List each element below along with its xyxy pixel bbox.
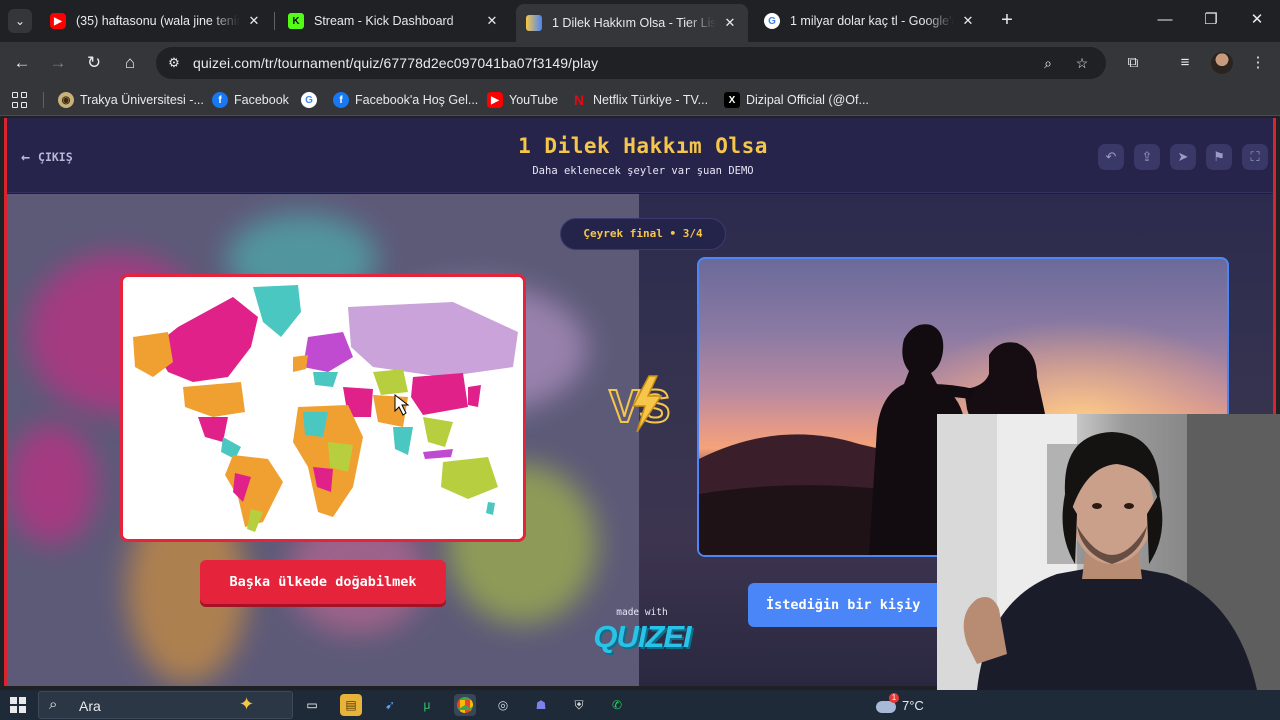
utorrent-icon[interactable]: μ xyxy=(416,694,438,716)
back-arrow-icon[interactable]: ← xyxy=(10,51,34,75)
google-icon: G xyxy=(301,92,317,108)
menu-kebab-icon[interactable]: ⋮ xyxy=(1246,51,1270,75)
round-indicator: Çeyrek final • 3/4 xyxy=(560,218,726,250)
university-icon: ◉ xyxy=(58,92,74,108)
home-icon[interactable]: ⌂ xyxy=(118,51,142,75)
reload-icon[interactable]: ↻ xyxy=(82,51,106,75)
youtube-icon: ▶ xyxy=(50,13,66,29)
close-tab-icon[interactable]: ✕ xyxy=(484,13,500,29)
copilot-sparkle-icon[interactable]: ✦ xyxy=(239,694,254,715)
left-choice-card[interactable] xyxy=(120,274,526,542)
flag-icon[interactable]: ⚑ xyxy=(1206,144,1232,170)
profile-avatar[interactable] xyxy=(1211,52,1233,74)
world-map-image xyxy=(123,277,523,539)
bookmark-label: YouTube xyxy=(509,93,559,107)
vs-lightning-icon: VS xyxy=(608,375,671,433)
quiz-header: ← ÇIKIŞ 1 Dilek Hakkım Olsa Daha eklenec… xyxy=(7,118,1273,193)
streamer-webcam-feed xyxy=(937,414,1280,690)
made-with-text: made with xyxy=(616,607,668,618)
security-shield-icon[interactable]: ⛨ xyxy=(568,694,590,716)
taskbar-search[interactable]: ⌕ Ara ✦ xyxy=(38,691,293,719)
url-text[interactable]: quizei.com/tr/tournament/quiz/67778d2ec0… xyxy=(193,55,598,71)
search-icon: ⌕ xyxy=(49,696,58,713)
bookmarks-divider xyxy=(43,92,44,108)
fullscreen-icon[interactable]: ⛶ xyxy=(1242,144,1268,170)
new-tab-button[interactable]: + xyxy=(996,9,1018,31)
site-info-icon[interactable]: ⚙ xyxy=(164,53,184,73)
tab-title: (35) haftasonu (wala jine tenim) xyxy=(76,14,240,28)
bookmark-youtube[interactable]: ▶ YouTube xyxy=(487,91,558,109)
close-tab-icon[interactable]: ✕ xyxy=(960,13,976,29)
tab-youtube[interactable]: ▶ (35) haftasonu (wala jine tenim) ✕ xyxy=(40,6,272,36)
whatsapp-icon[interactable]: ✆ xyxy=(606,694,628,716)
tab-google[interactable]: G 1 milyar dolar kaç tl - Google'da ✕ xyxy=(754,6,986,36)
kick-icon: K xyxy=(288,13,304,29)
bookmark-google[interactable]: G xyxy=(301,91,323,109)
bookmark-label: Netflix Türkiye - TV... xyxy=(593,93,709,107)
webcam-overlay xyxy=(937,414,1280,690)
minimize-button[interactable]: — xyxy=(1150,8,1180,32)
bookmark-label: Facebook xyxy=(234,93,289,107)
browser-toolbar: ← → ↻ ⌂ ⚙ quizei.com/tr/tournament/quiz/… xyxy=(0,42,1280,84)
weather-widget[interactable]: 1 7°C xyxy=(876,693,936,715)
bookmark-trakya[interactable]: ◉ Trakya Üniversitesi -... xyxy=(58,91,204,109)
file-explorer-icon[interactable]: ▤ xyxy=(340,694,362,716)
teams-icon[interactable]: ☗ xyxy=(530,694,552,716)
screen: ⌄ ▶ (35) haftasonu (wala jine tenim) ✕ K… xyxy=(0,0,1280,720)
steam-icon[interactable]: ◎ xyxy=(492,694,514,716)
temperature-text: 7°C xyxy=(902,697,924,713)
facebook-icon: f xyxy=(333,92,349,108)
quiz-subtitle: Daha eklenecek şeyler var şuan DEMO xyxy=(532,165,754,177)
bookmark-star-icon[interactable]: ☆ xyxy=(1072,53,1092,73)
store-icon[interactable]: ➹ xyxy=(379,694,401,716)
tab-title: Stream - Kick Dashboard xyxy=(314,14,454,28)
x-icon: X xyxy=(724,92,740,108)
facebook-icon: f xyxy=(212,92,228,108)
undo-icon[interactable]: ↶ xyxy=(1098,144,1124,170)
bookmark-facebook[interactable]: f Facebook xyxy=(212,91,289,109)
tab-search-button[interactable]: ⌄ xyxy=(8,9,32,33)
close-tab-icon[interactable]: ✕ xyxy=(722,15,738,31)
left-choice-label[interactable]: Başka ülkede doğabilmek xyxy=(200,560,446,604)
quizei-logo[interactable]: QUIZEI xyxy=(567,619,717,655)
tab-title: 1 milyar dolar kaç tl - Google'da xyxy=(790,14,954,28)
zoom-icon[interactable]: ⌕ xyxy=(1038,53,1058,73)
browser-tab-bar: ⌄ ▶ (35) haftasonu (wala jine tenim) ✕ K… xyxy=(0,0,1280,42)
send-icon[interactable]: ➤ xyxy=(1170,144,1196,170)
tab-title: 1 Dilek Hakkım Olsa - Tier List, xyxy=(552,16,716,30)
task-view-icon[interactable]: ▭ xyxy=(301,694,323,716)
tab-kick[interactable]: K Stream - Kick Dashboard ✕ xyxy=(278,6,510,36)
extensions-icon[interactable]: ⧉ xyxy=(1121,51,1145,75)
google-icon: G xyxy=(764,13,780,29)
share-icon[interactable]: ⇪ xyxy=(1134,144,1160,170)
bookmark-netflix[interactable]: N Netflix Türkiye - TV... xyxy=(571,91,708,109)
youtube-icon: ▶ xyxy=(487,92,503,108)
close-window-button[interactable]: ✕ xyxy=(1242,8,1272,32)
bookmark-label: Dizipal Official (@Of... xyxy=(746,93,869,107)
tab-divider xyxy=(274,12,275,30)
bookmark-facebook-welcome[interactable]: f Facebook'a Hoş Gel... xyxy=(333,91,478,109)
quizei-icon xyxy=(526,15,542,31)
weather-alert-badge: 1 xyxy=(889,693,899,703)
close-tab-icon[interactable]: ✕ xyxy=(246,13,262,29)
quiz-title: 1 Dilek Hakkım Olsa xyxy=(518,134,768,158)
windows-start-icon[interactable] xyxy=(10,697,26,713)
windows-taskbar: ⌕ Ara ✦ ▭ ▤ ➹ μ ◎ ☗ ⛨ ✆ 1 7°C xyxy=(0,690,1280,720)
apps-grid-icon[interactable] xyxy=(12,92,28,108)
address-bar[interactable]: ⚙ quizei.com/tr/tournament/quiz/67778d2e… xyxy=(156,47,1106,79)
netflix-icon: N xyxy=(573,92,585,108)
chrome-icon[interactable] xyxy=(454,694,476,716)
bookmark-dizipal[interactable]: X Dizipal Official (@Of... xyxy=(724,91,869,109)
weather-cloud-icon: 1 xyxy=(876,693,899,714)
taskbar-search-placeholder: Ara xyxy=(79,698,101,714)
forward-arrow-icon[interactable]: → xyxy=(46,51,70,75)
bookmarks-bar: ◉ Trakya Üniversitesi -... f Facebook G … xyxy=(0,84,1280,116)
bookmark-label: Trakya Üniversitesi -... xyxy=(80,93,204,107)
media-control-icon[interactable]: ≡ xyxy=(1173,51,1197,75)
bookmark-label: Facebook'a Hoş Gel... xyxy=(355,93,479,107)
tab-quizei[interactable]: 1 Dilek Hakkım Olsa - Tier List, ✕ xyxy=(516,4,748,42)
restore-button[interactable]: ❐ xyxy=(1196,8,1226,32)
